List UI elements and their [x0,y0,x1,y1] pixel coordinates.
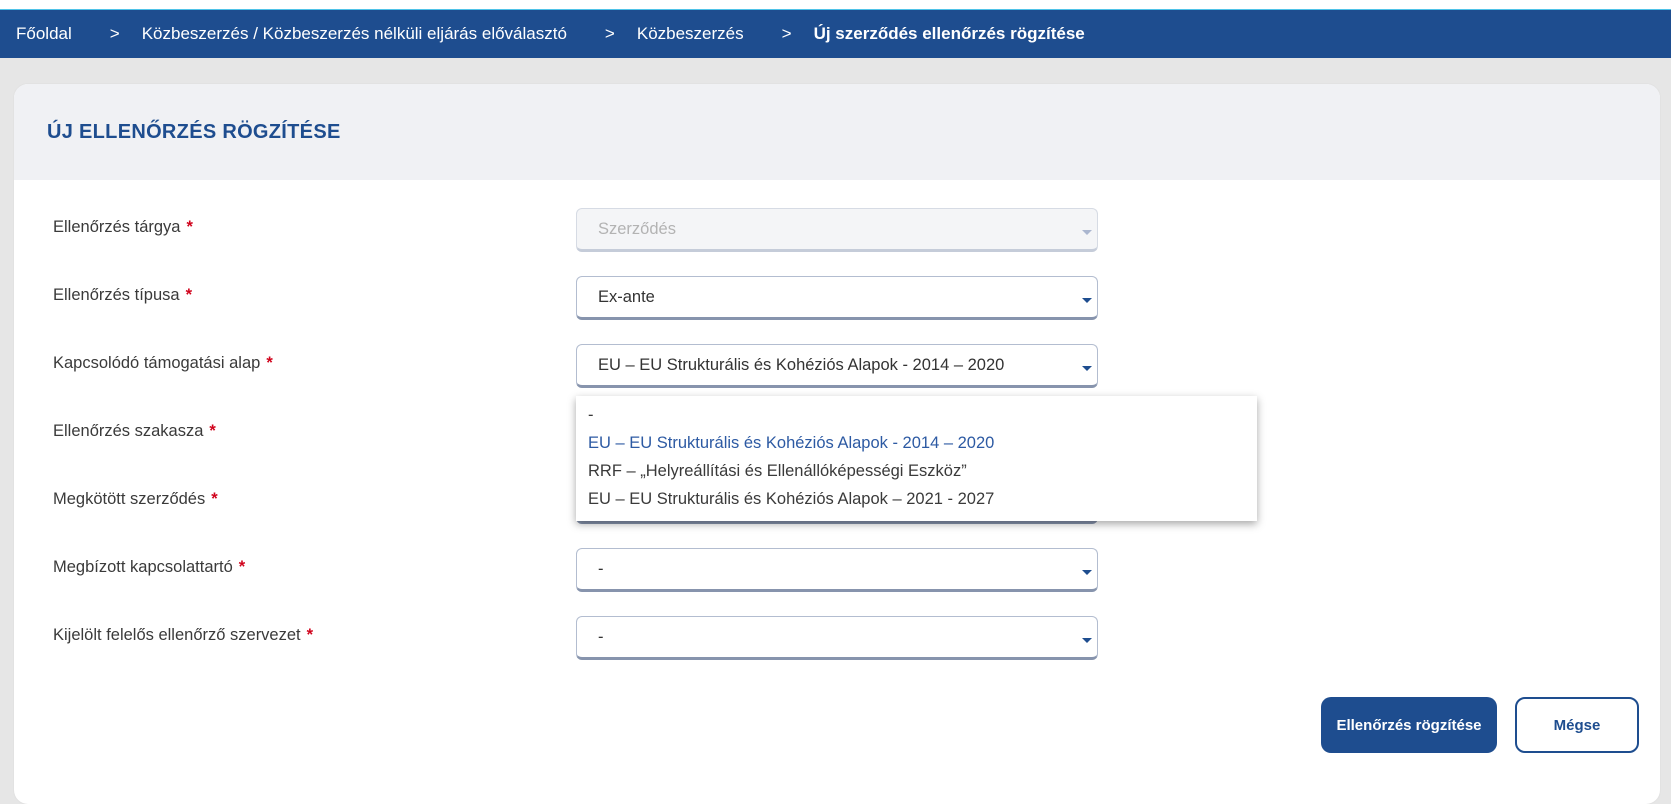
submit-inspection-button[interactable]: Ellenőrzés rögzítése [1321,697,1497,753]
dropdown-option-selected[interactable]: EU – EU Strukturális és Kohéziós Alapok … [576,429,1257,457]
required-marker: * [266,354,273,372]
breadcrumb-separator: > [109,24,120,43]
field-row-subject: Ellenőrzés tárgya * Szerződés [14,208,1660,258]
chevron-down-icon [1082,230,1092,235]
field-row-organization: Kijelölt felelős ellenőrző szervezet * - [14,616,1660,666]
field-row-type: Ellenőrzés típusa * Ex-ante [14,276,1660,326]
page-title: ÚJ ELLENŐRZÉS RÖGZÍTÉSE [47,120,341,143]
chevron-down-icon [1082,638,1092,643]
field-label: Megkötött szerződés * [53,490,218,508]
required-marker: * [306,626,314,644]
required-marker: * [209,422,216,440]
field-label: Megbízott kapcsolattartó * [53,558,246,576]
breadcrumb-separator: > [781,24,792,43]
dropdown-option[interactable]: - [576,401,1257,429]
dropdown-option[interactable]: RRF – „Helyreállítási és Ellenállóképess… [576,457,1257,485]
required-marker: * [185,286,192,304]
field-label: Ellenőrzés típusa * [53,286,192,304]
field-label: Kapcsolódó támogatási alap * [53,354,273,372]
chevron-down-icon [1082,366,1092,371]
required-marker: * [238,558,246,576]
top-accent-line [0,0,1671,10]
chevron-down-icon [1082,570,1092,575]
type-select[interactable]: Ex-ante [576,276,1098,320]
breadcrumb: Főoldal > Közbeszerzés / Közbeszerzés né… [0,10,1671,58]
subject-select: Szerződés [576,208,1098,252]
required-marker: * [186,218,193,236]
cancel-button[interactable]: Mégse [1515,697,1639,753]
field-row-contact: Megbízott kapcsolattartó * - [14,548,1660,598]
breadcrumb-home[interactable]: Főoldal [16,24,72,44]
field-row-fund: Kapcsolódó támogatási alap * EU – EU Stru… [14,344,1660,394]
breadcrumb-procurement-selector[interactable]: Közbeszerzés / Közbeszerzés nélküli eljá… [142,24,567,44]
dropdown-option[interactable]: EU – EU Strukturális és Kohéziós Alapok … [576,485,1257,513]
breadcrumb-current: Új szerződés ellenőrzés rögzítése [813,24,1085,43]
card-header: ÚJ ELLENŐRZÉS RÖGZÍTÉSE [14,84,1660,180]
required-marker: * [211,490,218,508]
field-label: Kijelölt felelős ellenőrző szervezet * [53,626,314,644]
field-label: Ellenőrzés szakasza * [53,422,216,440]
breadcrumb-procurement[interactable]: Közbeszerzés [637,24,744,44]
organization-select[interactable]: - [576,616,1098,660]
contact-select[interactable]: - [576,548,1098,592]
fund-dropdown-list: - EU – EU Strukturális és Kohéziós Alapo… [576,396,1257,521]
chevron-down-icon [1082,298,1092,303]
field-label: Ellenőrzés tárgya * [53,218,193,236]
fund-select[interactable]: EU – EU Strukturális és Kohéziós Alapok … [576,344,1098,388]
breadcrumb-separator: > [604,24,615,43]
